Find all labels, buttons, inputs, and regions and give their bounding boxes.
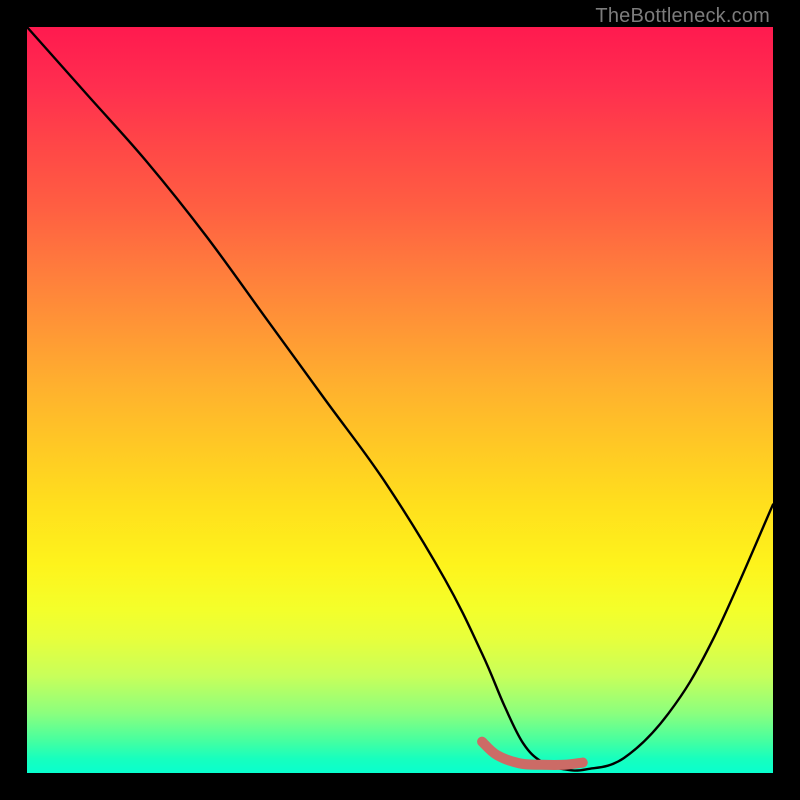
plot-area	[27, 27, 773, 773]
chart-container: TheBottleneck.com	[0, 0, 800, 800]
bottleneck-curve-path	[27, 27, 773, 771]
watermark-text: TheBottleneck.com	[595, 5, 770, 28]
chart-svg	[27, 27, 773, 773]
